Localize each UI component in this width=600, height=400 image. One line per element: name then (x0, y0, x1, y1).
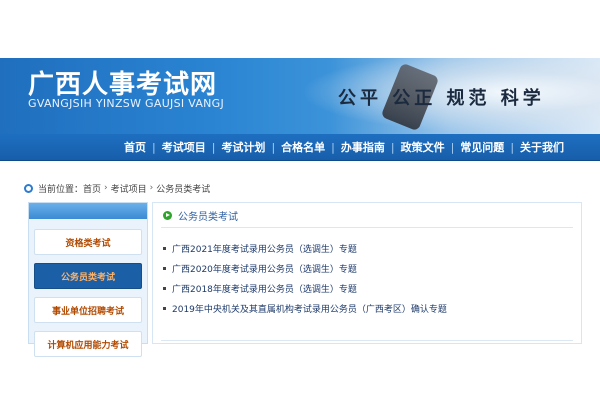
site-banner: 广西人事考试网 GVANGJSIH YINZSW GAUJSI VANGJ 公平… (0, 58, 600, 134)
article-list: 广西2021年度考试录用公务员（选调生）专题 广西2020年度考试录用公务员（选… (153, 238, 581, 318)
divider (161, 227, 573, 228)
panel-header: 公务员类考试 (153, 203, 581, 227)
nav-item-policy[interactable]: 政策文件 (397, 139, 449, 155)
sidebar-header (29, 203, 147, 219)
bullet-icon (163, 266, 166, 270)
list-item[interactable]: 广西2020年度考试录用公务员（选调生）专题 (163, 258, 581, 278)
nav-item-faq[interactable]: 常见问题 (456, 139, 508, 155)
play-arrow-icon (163, 210, 172, 220)
breadcrumb-label: 当前位置： (38, 184, 84, 195)
site-title: 广西人事考试网 (28, 70, 218, 100)
nav-item-guide[interactable]: 办事指南 (337, 139, 389, 155)
bullet-icon (163, 306, 166, 310)
nav-separator: | (271, 140, 276, 154)
bullet-icon (163, 286, 166, 290)
nav-item-exam-projects[interactable]: 考试项目 (158, 139, 210, 155)
breadcrumb-home[interactable]: 首页 (83, 182, 101, 195)
sidebar-item-computer-skills-exam[interactable]: 计算机应用能力考试 (34, 331, 142, 357)
list-item[interactable]: 广西2021年度考试录用公务员（选调生）专题 (163, 238, 581, 258)
location-icon (24, 183, 33, 193)
breadcrumb-current: 公务员类考试 (156, 184, 211, 195)
breadcrumb: 当前位置： 首页 › 考试项目 › 公务员类考试 (24, 180, 580, 196)
nav-separator: | (450, 140, 455, 154)
list-item[interactable]: 广西2018年度考试录用公务员（选调生）专题 (163, 278, 581, 298)
sidebar-item-qualification-exams[interactable]: 资格类考试 (34, 229, 142, 255)
nav-separator: | (211, 140, 216, 154)
panel-title: 公务员类考试 (178, 211, 238, 223)
nav-separator: | (390, 140, 395, 154)
list-item-title[interactable]: 广西2020年度考试录用公务员（选调生）专题 (172, 262, 357, 275)
site-pinyin: GVANGJSIH YINZSW GAUJSI VANGJ (28, 97, 225, 110)
list-item[interactable]: 2019年中央机关及其直属机构考试录用公务员（广西考区）确认专题 (163, 298, 581, 318)
breadcrumb-separator: › (149, 183, 154, 193)
nav-item-exam-plan[interactable]: 考试计划 (217, 139, 269, 155)
list-item-title[interactable]: 广西2021年度考试录用公务员（选调生）专题 (172, 242, 357, 255)
sidebar: 资格类考试 公务员类考试 事业单位招聘考试 计算机应用能力考试 (28, 202, 148, 357)
nav-item-qualified-list[interactable]: 合格名单 (277, 139, 329, 155)
list-item-title[interactable]: 2019年中央机关及其直属机构考试录用公务员（广西考区）确认专题 (172, 302, 447, 315)
sidebar-item-civil-service-exams[interactable]: 公务员类考试 (34, 263, 142, 289)
breadcrumb-exam-projects[interactable]: 考试项目 (111, 182, 147, 195)
site-slogan: 公平 公正 规范 科学 (338, 88, 545, 109)
nav-separator: | (331, 140, 335, 154)
nav-separator: | (510, 140, 515, 154)
breadcrumb-separator: › (104, 183, 108, 193)
bullet-icon (163, 246, 166, 250)
main-nav: 首页 | 考试项目 | 考试计划 | 合格名单 | 办事指南 | 政策文件 | 常见问题 | … (0, 134, 600, 161)
list-item-title[interactable]: 广西2018年度考试录用公务员（选调生）专题 (172, 282, 357, 295)
nav-item-home[interactable]: 首页 (120, 139, 150, 155)
nav-separator: | (152, 140, 156, 154)
nav-item-about[interactable]: 关于我们 (516, 139, 568, 155)
content-panel: 公务员类考试 广西2021年度考试录用公务员（选调生）专题 广西2020年度考试… (152, 202, 582, 344)
sidebar-item-public-institution-exams[interactable]: 事业单位招聘考试 (34, 297, 142, 323)
divider (161, 340, 573, 341)
